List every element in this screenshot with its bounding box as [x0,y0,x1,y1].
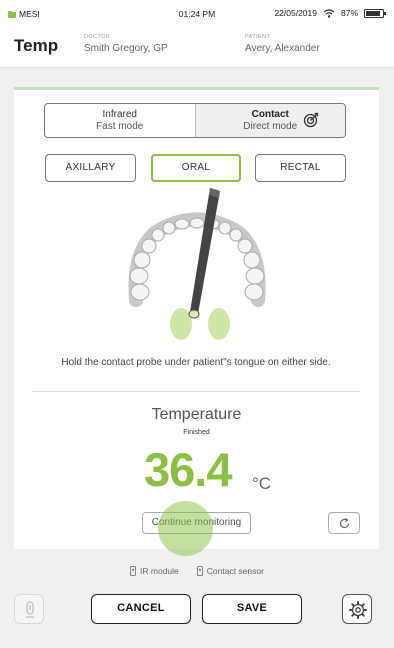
page-title: Temp [14,36,59,55]
doctor-caption: DOCTOR [84,34,111,40]
patient-name: Avery, Alexander [245,43,320,54]
target-icon [303,112,319,128]
mode-contact-button[interactable]: Contact Direct mode [194,104,345,137]
mode-subtitle: Fast mode [96,121,144,132]
mode-subtitle: Direct mode [243,121,298,132]
placement-zones [170,308,230,340]
sensor-status: IR module Contact sensor [0,566,394,576]
temperature-label: Temperature [151,406,242,423]
temperature-value: 36.4 [144,443,232,496]
site-oral-button[interactable]: ORAL [151,154,241,182]
plug-icon [130,566,137,576]
patient-info: PATIENT Avery, Alexander [245,34,320,54]
measurement-card: Infrared Fast mode Contact Direct mode A… [14,87,379,556]
refresh-icon [339,517,350,529]
doctor-info: DOCTOR Smith Gregory, GP [84,34,168,54]
site-rectal-button[interactable]: RECTAL [255,154,346,182]
app-header: Temp DOCTOR Smith Gregory, GP PATIENT Av… [0,26,394,68]
battery-icon [364,8,386,18]
gear-icon [349,601,367,619]
mode-infrared-button[interactable]: Infrared Fast mode [45,104,195,137]
settings-button[interactable] [342,594,372,624]
probe-icon [188,188,220,319]
alert-button[interactable] [14,594,44,624]
cancel-button[interactable]: CANCEL [91,594,191,624]
continue-monitoring-button[interactable]: Continue monitoring [142,512,251,534]
sensor-contact: Contact sensor [196,566,264,576]
save-button[interactable]: SAVE [202,594,302,624]
measurement-status: Finished [183,429,210,436]
refresh-button[interactable] [328,512,360,534]
patient-caption: PATIENT [245,34,271,40]
status-bar: MESI 01:24 PM 22/05/2019 87% [0,0,394,26]
mode-title: Infrared [102,109,137,120]
divider [32,391,360,392]
temperature-unit: °C [252,474,272,493]
mode-title: Contact [251,109,289,120]
battery-percent: 87% [340,8,358,18]
sensor-label: Contact sensor [206,566,264,576]
mode-toggle: Infrared Fast mode Contact Direct mode [44,103,346,138]
oral-placement-illustration [128,188,266,340]
wifi-icon [323,8,335,18]
plug-icon [196,566,203,576]
site-axillary-button[interactable]: AXILLARY [45,154,136,182]
date: 22/05/2019 [274,8,317,18]
alert-icon [26,601,34,618]
sensor-label: IR module [140,566,179,576]
sensor-ir-module: IR module [130,566,179,576]
instruction-text: Hold the contact probe under patient"s t… [61,357,331,368]
doctor-name: Smith Gregory, GP [84,43,168,54]
